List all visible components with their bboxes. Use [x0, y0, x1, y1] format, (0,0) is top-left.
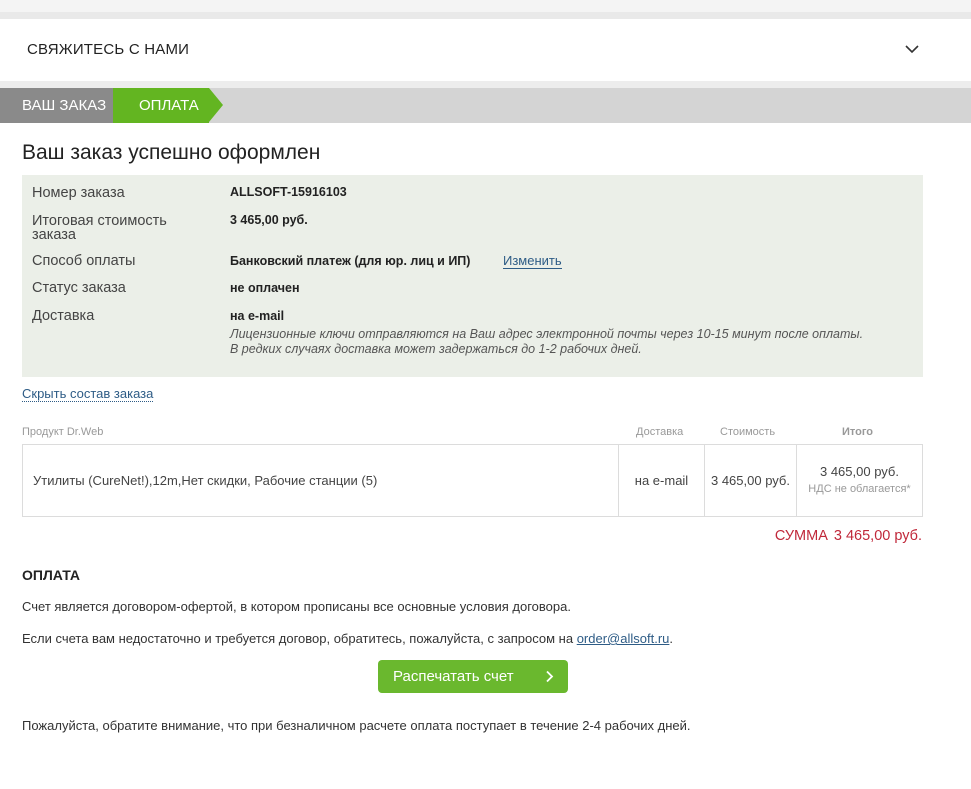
vat-note: НДС не облагается* — [808, 483, 911, 495]
order-status-label: Статус заказа — [32, 280, 126, 296]
hide-order-contents-link[interactable]: Скрыть состав заказа — [22, 386, 154, 402]
payment-method-label: Способ оплаты — [32, 253, 136, 269]
delivery-note-line2: В редких случаях доставка может задержат… — [230, 341, 642, 356]
step-payment: ОПЛАТА — [113, 88, 209, 123]
column-header-product: Продукт Dr.Web — [22, 426, 104, 438]
step-arrow-active — [209, 88, 223, 122]
contact-accordion[interactable]: СВЯЖИТЕСЬ С НАМИ — [0, 19, 971, 88]
payment-section-title: ОПЛАТА — [22, 567, 80, 583]
print-invoice-button[interactable]: Распечатать счет — [378, 660, 568, 693]
payment-method-value: Банковский платеж (для юр. лиц и ИП) — [230, 254, 471, 268]
step-label: ВАШ ЗАКАЗ — [22, 97, 107, 114]
delivery-value: на e-mail — [230, 309, 285, 323]
change-payment-link[interactable]: Изменить — [503, 254, 562, 269]
page-title: Ваш заказ успешно оформлен — [22, 141, 321, 164]
cell-delivery: на e-mail — [618, 445, 704, 516]
column-header-total: Итого — [842, 426, 874, 438]
order-total-label: Итоговая стоимость заказа — [32, 214, 167, 243]
contract-request-text: Если счета вам недостаточно и требуется … — [22, 631, 673, 646]
print-invoice-label: Распечатать счет — [393, 668, 514, 685]
delivery-label: Доставка — [32, 308, 95, 324]
cell-price: 3 465,00 руб. — [704, 445, 796, 516]
sum-value: 3 465,00 руб. — [833, 528, 922, 544]
order-sum: СУММА 3 465,00 руб. — [775, 528, 922, 544]
column-header-price: Стоимость — [720, 426, 776, 438]
contract-request-prefix: Если счета вам недостаточно и требуется … — [22, 631, 577, 646]
order-total-value: 3 465,00 руб. — [230, 213, 308, 227]
delivery-note-line1: Лицензионные ключи отправляются на Ваш а… — [230, 327, 864, 341]
sum-label: СУММА — [774, 528, 828, 544]
order-number-value: ALLSOFT-15916103 — [230, 185, 347, 199]
column-header-delivery: Доставка — [636, 426, 684, 438]
top-strip — [0, 0, 971, 19]
invoice-offer-text: Счет является договором-офертой, в котор… — [22, 599, 571, 614]
chevron-down-icon[interactable] — [902, 39, 922, 59]
order-total-label-line2: заказа — [32, 227, 76, 243]
cell-total: 3 465,00 руб. НДС не облагается* — [796, 445, 922, 516]
contact-title: СВЯЖИТЕСЬ С НАМИ — [27, 41, 190, 58]
checkout-steps: ВАШ ЗАКАЗ ОПЛАТА — [0, 88, 971, 123]
order-status-value: не оплачен — [230, 281, 300, 295]
payment-timing-note: Пожалуйста, обратите внимание, что при б… — [22, 718, 691, 733]
order-info-panel: Номер заказа ALLSOFT-15916103 Итоговая с… — [22, 175, 923, 377]
order-table: Утилиты (CureNet!),12m,Нет скидки, Рабоч… — [22, 444, 923, 517]
chevron-right-icon — [546, 670, 554, 683]
cell-total-value: 3 465,00 руб. — [819, 464, 899, 479]
order-number-label: Номер заказа — [32, 185, 125, 201]
contract-request-suffix: . — [669, 631, 674, 646]
delivery-note: Лицензионные ключи отправляются на Ваш а… — [230, 327, 920, 356]
cell-product: Утилиты (CureNet!),12m,Нет скидки, Рабоч… — [33, 473, 378, 488]
order-email-link[interactable]: order@allsoft.ru — [577, 631, 670, 646]
step-label: ОПЛАТА — [139, 97, 199, 114]
